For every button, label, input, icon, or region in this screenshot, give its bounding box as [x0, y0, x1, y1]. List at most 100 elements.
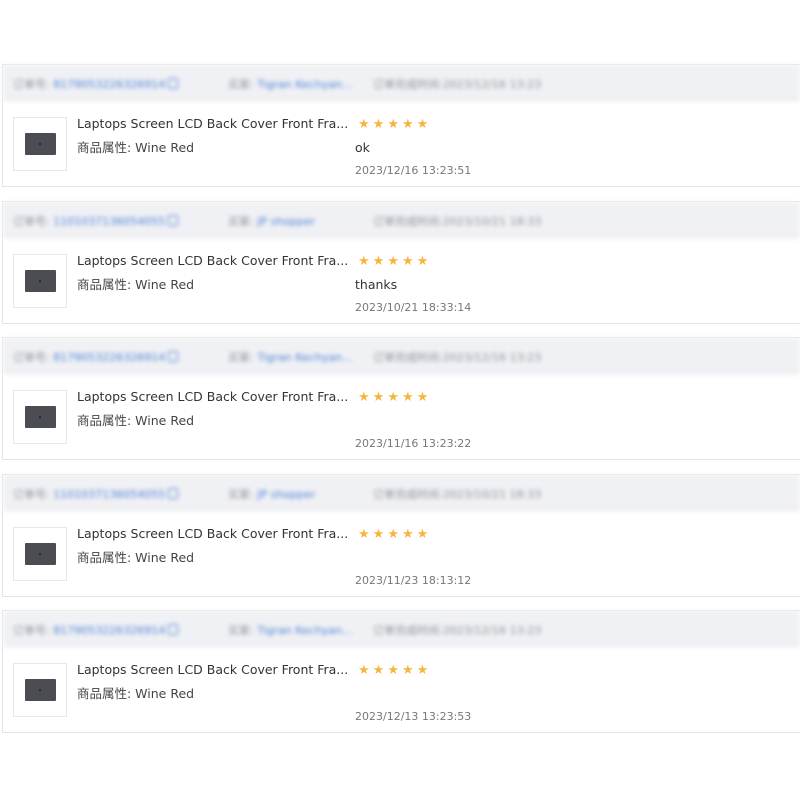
buyer-label: 买家: [228, 215, 254, 228]
star-icon: ★ [416, 663, 429, 678]
product-title[interactable]: Laptops Screen LCD Back Cover Front Fra.… [77, 389, 348, 404]
order-time-value: 2023/12/16 13:23 [442, 78, 542, 91]
order-info-header: 订单号: 1101037136054055 买家: JP shopper 订单完成时… [3, 475, 800, 511]
order-number-link[interactable]: 8179053226326914 [53, 624, 165, 637]
review-card: 订单号: 1101037136054055 买家: JP shopper 订单完成时… [2, 201, 800, 324]
star-icon: ★ [387, 117, 399, 132]
buyer-info: 买家: Tigran Kechyan... [228, 349, 353, 365]
review-date: 2023/11/16 13:23:22 [355, 437, 472, 450]
copy-icon[interactable] [168, 78, 179, 89]
copy-icon[interactable] [168, 488, 179, 499]
buyer-name-link[interactable]: JP shopper [257, 215, 315, 228]
laptop-screen-thumbnail [25, 543, 56, 565]
review-body: Laptops Screen LCD Back Cover Front Fra.… [3, 238, 800, 323]
order-info-header: 订单号: 8179053226326914 买家: Tigran Kechyan.… [3, 65, 800, 101]
star-icon: ★ [358, 390, 370, 405]
review-card: 订单号: 8179053226326914 买家: Tigran Kechyan.… [2, 64, 800, 187]
order-time-label: 订单完成时间: [373, 78, 443, 91]
order-time-label: 订单完成时间: [373, 488, 443, 501]
order-number: 订单号: 8179053226326914 [13, 622, 179, 638]
order-number-link[interactable]: 1101037136054055 [53, 215, 165, 228]
order-number: 订单号: 8179053226326914 [13, 349, 179, 365]
star-icon: ★ [387, 390, 399, 405]
order-number: 订单号: 1101037136054055 [13, 486, 179, 502]
laptop-screen-thumbnail [25, 270, 56, 292]
product-attribute: 商品属性: Wine Red [77, 277, 195, 292]
review-date: 2023/12/16 13:23:51 [355, 164, 472, 177]
order-info-header: 订单号: 8179053226326914 买家: Tigran Kechyan.… [3, 611, 800, 647]
product-attribute: 商品属性: Wine Red [77, 550, 195, 565]
order-number-label: 订单号: [13, 215, 50, 228]
order-number-label: 订单号: [13, 351, 50, 364]
review-body: Laptops Screen LCD Back Cover Front Fra.… [3, 101, 800, 186]
star-icon: ★ [372, 390, 385, 405]
copy-icon[interactable] [168, 624, 179, 635]
star-icon: ★ [372, 254, 385, 269]
order-time-label: 订单完成时间: [373, 624, 443, 637]
product-thumbnail[interactable] [13, 527, 67, 581]
buyer-label: 买家: [228, 351, 254, 364]
order-number: 订单号: 1101037136054055 [13, 213, 179, 229]
review-date: 2023/11/23 18:13:12 [355, 574, 472, 587]
buyer-name-link[interactable]: JP shopper [257, 488, 315, 501]
order-time-value: 2023/12/16 13:23 [442, 624, 542, 637]
product-thumbnail[interactable] [13, 117, 67, 171]
star-icon: ★ [387, 254, 399, 269]
star-icon: ★ [358, 527, 370, 542]
star-icon: ★ [401, 117, 414, 132]
star-icon: ★ [416, 117, 429, 132]
product-thumbnail[interactable] [13, 254, 67, 308]
buyer-label: 买家: [228, 624, 254, 637]
order-number: 订单号: 8179053226326914 [13, 76, 179, 92]
buyer-info: 买家: JP shopper [228, 213, 315, 229]
review-date: 2023/10/21 18:33:14 [355, 301, 472, 314]
buyer-name-link[interactable]: Tigran Kechyan... [257, 78, 352, 91]
laptop-screen-thumbnail [25, 406, 56, 428]
copy-icon[interactable] [168, 351, 179, 362]
review-body: Laptops Screen LCD Back Cover Front Fra.… [3, 374, 800, 459]
star-icon: ★ [416, 390, 429, 405]
star-icon: ★ [416, 254, 429, 269]
review-comment: ok [355, 140, 370, 155]
product-attribute: 商品属性: Wine Red [77, 413, 195, 428]
product-attribute: 商品属性: Wine Red [77, 686, 195, 701]
product-title[interactable]: Laptops Screen LCD Back Cover Front Fra.… [77, 253, 348, 268]
product-thumbnail[interactable] [13, 663, 67, 717]
order-number-link[interactable]: 1101037136054055 [53, 488, 165, 501]
product-thumbnail[interactable] [13, 390, 67, 444]
order-complete-time: 订单完成时间:2023/10/21 18:33 [373, 213, 541, 229]
order-time-value: 2023/12/16 13:23 [442, 351, 542, 364]
star-icon: ★ [416, 527, 429, 542]
order-number-label: 订单号: [13, 78, 50, 91]
star-icon: ★ [401, 527, 414, 542]
review-card: 订单号: 8179053226326914 买家: Tigran Kechyan.… [2, 337, 800, 460]
camera-dot [39, 143, 41, 145]
star-rating: ★ ★ ★ ★ ★ [358, 250, 431, 269]
copy-icon[interactable] [168, 215, 179, 226]
product-title[interactable]: Laptops Screen LCD Back Cover Front Fra.… [77, 662, 348, 677]
star-rating: ★ ★ ★ ★ ★ [358, 386, 431, 405]
buyer-info: 买家: Tigran Kechyan... [228, 76, 353, 92]
buyer-label: 买家: [228, 488, 254, 501]
buyer-info: 买家: JP shopper [228, 486, 315, 502]
buyer-name-link[interactable]: Tigran Kechyan... [257, 624, 352, 637]
order-number-link[interactable]: 8179053226326914 [53, 78, 165, 91]
product-attribute: 商品属性: Wine Red [77, 140, 195, 155]
star-icon: ★ [372, 663, 385, 678]
review-body: Laptops Screen LCD Back Cover Front Fra.… [3, 647, 800, 732]
order-complete-time: 订单完成时间:2023/12/16 13:23 [373, 622, 541, 638]
review-comment: thanks [355, 277, 398, 292]
product-title[interactable]: Laptops Screen LCD Back Cover Front Fra.… [77, 526, 348, 541]
order-number-link[interactable]: 8179053226326914 [53, 351, 165, 364]
laptop-screen-thumbnail [25, 133, 56, 155]
review-date: 2023/12/13 13:23:53 [355, 710, 472, 723]
star-icon: ★ [401, 254, 414, 269]
order-number-label: 订单号: [13, 488, 50, 501]
camera-dot [39, 280, 41, 282]
star-icon: ★ [372, 117, 385, 132]
product-title[interactable]: Laptops Screen LCD Back Cover Front Fra.… [77, 116, 348, 131]
order-complete-time: 订单完成时间:2023/12/16 13:23 [373, 349, 541, 365]
star-icon: ★ [401, 390, 414, 405]
star-icon: ★ [387, 663, 399, 678]
buyer-name-link[interactable]: Tigran Kechyan... [257, 351, 352, 364]
